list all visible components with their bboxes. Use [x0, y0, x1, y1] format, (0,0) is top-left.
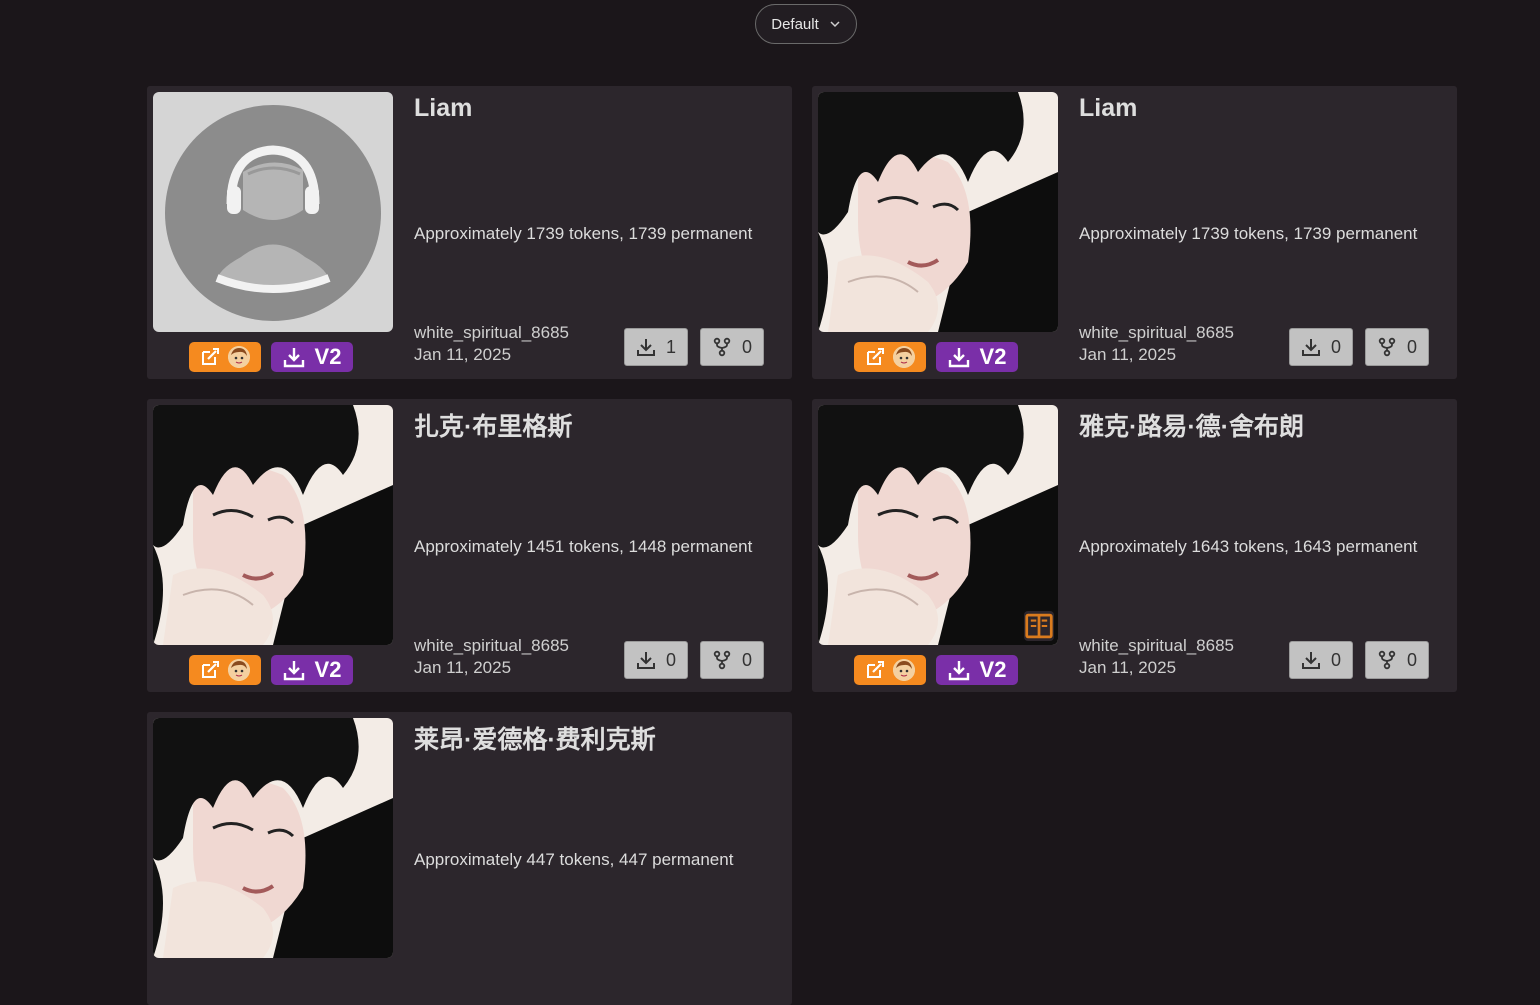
download-v2-button[interactable]: V2 — [271, 655, 353, 685]
creator-face-icon — [228, 346, 250, 368]
author-name[interactable]: white_spiritual_8685 — [414, 636, 569, 655]
author-name[interactable]: white_spiritual_8685 — [414, 323, 569, 342]
created-date: Jan 11, 2025 — [414, 658, 512, 677]
version-label: V2 — [314, 344, 342, 369]
character-name[interactable]: Liam — [1079, 94, 1137, 123]
version-label: V2 — [314, 657, 342, 682]
fork-count: 0 — [741, 336, 752, 357]
character-avatar[interactable] — [818, 92, 1058, 332]
character-grid: V2 Liam Approximately 1739 tokens, 1739 … — [147, 86, 1457, 1005]
token-count: Approximately 1643 tokens, 1643 permanen… — [1079, 537, 1418, 556]
author-name[interactable]: white_spiritual_8685 — [1079, 636, 1234, 655]
download-icon — [283, 348, 304, 368]
fork-count-button[interactable]: 0 — [1365, 641, 1429, 679]
download-v2-button[interactable]: V2 — [936, 342, 1018, 372]
card-badges: V2 — [189, 342, 353, 372]
created-date: Jan 11, 2025 — [1079, 345, 1177, 364]
fork-count: 0 — [741, 649, 752, 670]
creator-face-icon — [228, 659, 250, 681]
edit-icon — [867, 661, 884, 678]
download-count-button[interactable]: 1 — [624, 328, 688, 366]
author-info: white_spiritual_8685 Jan 11, 2025 — [1079, 322, 1234, 366]
character-portrait-image — [153, 405, 393, 645]
download-count-button[interactable]: 0 — [624, 641, 688, 679]
fork-count: 0 — [1406, 336, 1417, 357]
character-portrait-image — [153, 718, 393, 958]
created-date: Jan 11, 2025 — [1079, 658, 1177, 677]
character-name[interactable]: 雅克·路易·德·舍布朗 — [1079, 407, 1304, 443]
author-info: white_spiritual_8685 Jan 11, 2025 — [414, 322, 569, 366]
fork-icon — [713, 337, 731, 357]
sort-label: Default — [771, 15, 819, 33]
token-count: Approximately 447 tokens, 447 permanent — [414, 850, 734, 869]
download-icon — [636, 339, 655, 356]
author-info: white_spiritual_8685 Jan 11, 2025 — [414, 635, 569, 679]
download-count: 0 — [1330, 336, 1341, 357]
fork-icon — [1378, 650, 1396, 670]
character-card: V2 Liam Approximately 1739 tokens, 1739 … — [812, 86, 1457, 379]
creator-face-icon — [893, 659, 915, 681]
card-badges: V2 — [854, 655, 1018, 685]
edit-icon — [202, 348, 219, 365]
author-info: white_spiritual_8685 Jan 11, 2025 — [1079, 635, 1234, 679]
download-v2-button[interactable]: V2 — [271, 342, 353, 372]
fork-icon — [713, 650, 731, 670]
chevron-down-icon — [830, 21, 840, 28]
download-count: 0 — [1330, 649, 1341, 670]
character-portrait-image — [818, 92, 1058, 332]
character-name[interactable]: Liam — [414, 94, 472, 123]
token-count: Approximately 1451 tokens, 1448 permanen… — [414, 537, 753, 556]
character-avatar[interactable] — [153, 405, 393, 645]
download-icon — [283, 661, 304, 681]
book-icon[interactable] — [1024, 611, 1054, 641]
token-count: Approximately 1739 tokens, 1739 permanen… — [1079, 224, 1418, 243]
token-count: Approximately 1739 tokens, 1739 permanen… — [414, 224, 753, 243]
created-date: Jan 11, 2025 — [414, 345, 512, 364]
character-avatar[interactable] — [153, 718, 393, 958]
edit-button[interactable] — [854, 342, 926, 372]
character-portrait-image — [818, 405, 1058, 645]
placeholder-avatar-icon — [153, 92, 393, 332]
version-label: V2 — [979, 657, 1007, 682]
download-icon — [948, 661, 969, 681]
card-badges: V2 — [189, 655, 353, 685]
character-card: V2 扎克·布里格斯 Approximately 1451 tokens, 14… — [147, 399, 792, 692]
edit-button[interactable] — [854, 655, 926, 685]
fork-count-button[interactable]: 0 — [1365, 328, 1429, 366]
creator-face-icon — [893, 346, 915, 368]
edit-icon — [202, 661, 219, 678]
character-avatar[interactable] — [818, 405, 1058, 645]
character-card: V2 雅克·路易·德·舍布朗 Approximately 1643 tokens… — [812, 399, 1457, 692]
fork-count-button[interactable]: 0 — [700, 328, 764, 366]
version-label: V2 — [979, 344, 1007, 369]
download-icon — [1301, 652, 1320, 669]
download-count-button[interactable]: 0 — [1289, 641, 1353, 679]
character-avatar[interactable] — [153, 92, 393, 332]
character-card: 莱昂·爱德格·费利克斯 Approximately 447 tokens, 44… — [147, 712, 792, 1005]
character-card: V2 Liam Approximately 1739 tokens, 1739 … — [147, 86, 792, 379]
card-badges: V2 — [854, 342, 1018, 372]
download-count: 0 — [665, 649, 676, 670]
download-count: 1 — [665, 336, 676, 357]
edit-icon — [867, 348, 884, 365]
fork-count-button[interactable]: 0 — [700, 641, 764, 679]
author-name[interactable]: white_spiritual_8685 — [1079, 323, 1234, 342]
character-name[interactable]: 扎克·布里格斯 — [414, 407, 572, 443]
character-name[interactable]: 莱昂·爱德格·费利克斯 — [414, 720, 656, 756]
edit-button[interactable] — [189, 655, 261, 685]
fork-icon — [1378, 337, 1396, 357]
edit-button[interactable] — [189, 342, 261, 372]
sort-dropdown[interactable]: Default — [755, 4, 857, 44]
download-icon — [948, 348, 969, 368]
download-count-button[interactable]: 0 — [1289, 328, 1353, 366]
fork-count: 0 — [1406, 649, 1417, 670]
download-icon — [1301, 339, 1320, 356]
download-v2-button[interactable]: V2 — [936, 655, 1018, 685]
download-icon — [636, 652, 655, 669]
